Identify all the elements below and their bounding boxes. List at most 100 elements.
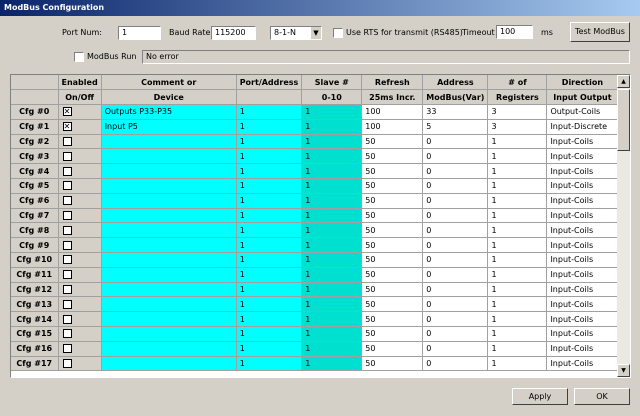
table-row[interactable]: Cfg #2 1 1 50 0 1 Input-Coils bbox=[11, 134, 619, 150]
unchecked-checkbox-icon[interactable] bbox=[62, 255, 72, 265]
table-row[interactable]: Cfg #12 1 1 50 0 1 Input-Coils bbox=[11, 282, 619, 298]
refresh-cell[interactable]: 50 bbox=[361, 282, 424, 298]
unchecked-checkbox-icon[interactable] bbox=[62, 240, 72, 250]
row-header[interactable]: Cfg #5 bbox=[11, 178, 59, 194]
row-header[interactable]: Cfg #8 bbox=[11, 222, 59, 239]
checked-checkbox-icon[interactable]: ✕ bbox=[62, 122, 72, 132]
comment-cell[interactable] bbox=[101, 282, 237, 298]
direction-cell[interactable]: Input-Coils bbox=[546, 296, 619, 313]
address-cell[interactable]: 0 bbox=[422, 252, 489, 268]
unchecked-checkbox-icon[interactable] bbox=[62, 314, 72, 324]
comment-cell[interactable] bbox=[101, 193, 237, 209]
modbus-run-checkbox[interactable] bbox=[74, 52, 84, 62]
row-header[interactable]: Cfg #1 bbox=[11, 119, 59, 135]
row-header[interactable]: Cfg #0 bbox=[11, 104, 59, 120]
refresh-cell[interactable]: 50 bbox=[361, 252, 424, 268]
refresh-cell[interactable]: 50 bbox=[361, 237, 424, 254]
row-header[interactable]: Cfg #17 bbox=[11, 356, 59, 372]
address-cell[interactable]: 0 bbox=[422, 282, 489, 298]
address-cell[interactable]: 0 bbox=[422, 134, 489, 150]
comment-cell[interactable] bbox=[101, 208, 237, 224]
comment-cell[interactable] bbox=[101, 341, 237, 357]
table-row[interactable]: Cfg #0 ✕ Outputs P33-P35 1 1 100 33 3 Output-Coi… bbox=[11, 104, 619, 120]
refresh-cell[interactable]: 50 bbox=[361, 341, 424, 357]
address-cell[interactable]: 0 bbox=[422, 356, 489, 372]
direction-cell[interactable]: Input-Coils bbox=[546, 267, 619, 283]
port-cell[interactable]: 1 bbox=[236, 237, 303, 254]
registers-cell[interactable]: 1 bbox=[487, 208, 548, 224]
direction-cell[interactable]: Input-Coils bbox=[546, 237, 619, 254]
rts-checkbox[interactable] bbox=[333, 28, 343, 38]
scroll-thumb[interactable] bbox=[617, 89, 630, 151]
unchecked-checkbox-icon[interactable] bbox=[62, 285, 72, 295]
refresh-cell[interactable]: 50 bbox=[361, 193, 424, 209]
address-cell[interactable]: 0 bbox=[422, 267, 489, 283]
direction-cell[interactable]: Input-Coils bbox=[546, 326, 619, 342]
address-cell[interactable]: 0 bbox=[422, 326, 489, 342]
direction-cell[interactable]: Input-Coils bbox=[546, 208, 619, 224]
slave-cell[interactable]: 1 bbox=[301, 252, 363, 268]
direction-cell[interactable]: Input-Coils bbox=[546, 148, 619, 165]
address-cell[interactable]: 0 bbox=[422, 178, 489, 194]
slave-cell[interactable]: 1 bbox=[301, 119, 363, 135]
slave-cell[interactable]: 1 bbox=[301, 163, 363, 180]
refresh-cell[interactable]: 50 bbox=[361, 208, 424, 224]
row-header[interactable]: Cfg #16 bbox=[11, 341, 59, 357]
port-cell[interactable]: 1 bbox=[236, 104, 303, 120]
table-row[interactable]: Cfg #8 1 1 50 0 1 Input-Coils bbox=[11, 222, 619, 239]
registers-cell[interactable]: 1 bbox=[487, 237, 548, 254]
port-cell[interactable]: 1 bbox=[236, 356, 303, 372]
registers-cell[interactable]: 1 bbox=[487, 356, 548, 372]
registers-cell[interactable]: 3 bbox=[487, 119, 548, 135]
refresh-cell[interactable]: 50 bbox=[361, 134, 424, 150]
row-header[interactable]: Cfg #6 bbox=[11, 193, 59, 209]
row-header[interactable]: Cfg #2 bbox=[11, 134, 59, 150]
row-header[interactable]: Cfg #15 bbox=[11, 326, 59, 342]
direction-cell[interactable]: Input-Coils bbox=[546, 252, 619, 268]
address-cell[interactable]: 0 bbox=[422, 222, 489, 239]
unchecked-checkbox-icon[interactable] bbox=[62, 329, 72, 339]
port-cell[interactable]: 1 bbox=[236, 222, 303, 239]
slave-cell[interactable]: 1 bbox=[301, 356, 363, 372]
table-row[interactable]: Cfg #4 1 1 50 0 1 Input-Coils bbox=[11, 163, 619, 180]
comment-cell[interactable] bbox=[101, 356, 237, 372]
direction-cell[interactable]: Input-Coils bbox=[546, 356, 619, 372]
row-header[interactable]: Cfg #7 bbox=[11, 208, 59, 224]
registers-cell[interactable]: 1 bbox=[487, 341, 548, 357]
comment-cell[interactable] bbox=[101, 222, 237, 239]
address-cell[interactable]: 0 bbox=[422, 163, 489, 180]
refresh-cell[interactable]: 50 bbox=[361, 163, 424, 180]
comment-cell[interactable] bbox=[101, 148, 237, 165]
comment-cell[interactable] bbox=[101, 311, 237, 328]
port-cell[interactable]: 1 bbox=[236, 296, 303, 313]
refresh-cell[interactable]: 100 bbox=[361, 119, 424, 135]
slave-cell[interactable]: 1 bbox=[301, 104, 363, 120]
port-cell[interactable]: 1 bbox=[236, 341, 303, 357]
port-input[interactable]: 1 bbox=[118, 26, 161, 40]
checked-checkbox-icon[interactable]: ✕ bbox=[62, 107, 72, 117]
table-row[interactable]: Cfg #3 1 1 50 0 1 Input-Coils bbox=[11, 148, 619, 165]
refresh-cell[interactable]: 50 bbox=[361, 267, 424, 283]
table-row[interactable]: Cfg #11 1 1 50 0 1 Input-Coils bbox=[11, 267, 619, 283]
port-cell[interactable]: 1 bbox=[236, 163, 303, 180]
registers-cell[interactable]: 1 bbox=[487, 326, 548, 342]
registers-cell[interactable]: 1 bbox=[487, 163, 548, 180]
table-row[interactable]: Cfg #14 1 1 50 0 1 Input-Coils bbox=[11, 311, 619, 328]
comment-cell[interactable] bbox=[101, 252, 237, 268]
vertical-scrollbar[interactable]: ▲ ▼ bbox=[617, 75, 630, 377]
table-row[interactable]: Cfg #13 1 1 50 0 1 Input-Coils bbox=[11, 296, 619, 313]
slave-cell[interactable]: 1 bbox=[301, 178, 363, 194]
comment-cell[interactable] bbox=[101, 237, 237, 254]
unchecked-checkbox-icon[interactable] bbox=[62, 225, 72, 235]
refresh-cell[interactable]: 50 bbox=[361, 311, 424, 328]
scroll-up-icon[interactable]: ▲ bbox=[617, 75, 630, 88]
slave-cell[interactable]: 1 bbox=[301, 193, 363, 209]
refresh-cell[interactable]: 50 bbox=[361, 178, 424, 194]
unchecked-checkbox-icon[interactable] bbox=[62, 211, 72, 221]
baud-input[interactable]: 115200 bbox=[211, 26, 256, 40]
refresh-cell[interactable]: 50 bbox=[361, 326, 424, 342]
row-header[interactable]: Cfg #10 bbox=[11, 252, 59, 268]
table-row[interactable]: Cfg #6 1 1 50 0 1 Input-Coils bbox=[11, 193, 619, 209]
comment-cell[interactable]: Outputs P33-P35 bbox=[101, 104, 237, 120]
test-modbus-button[interactable]: Test ModBus bbox=[570, 22, 630, 42]
